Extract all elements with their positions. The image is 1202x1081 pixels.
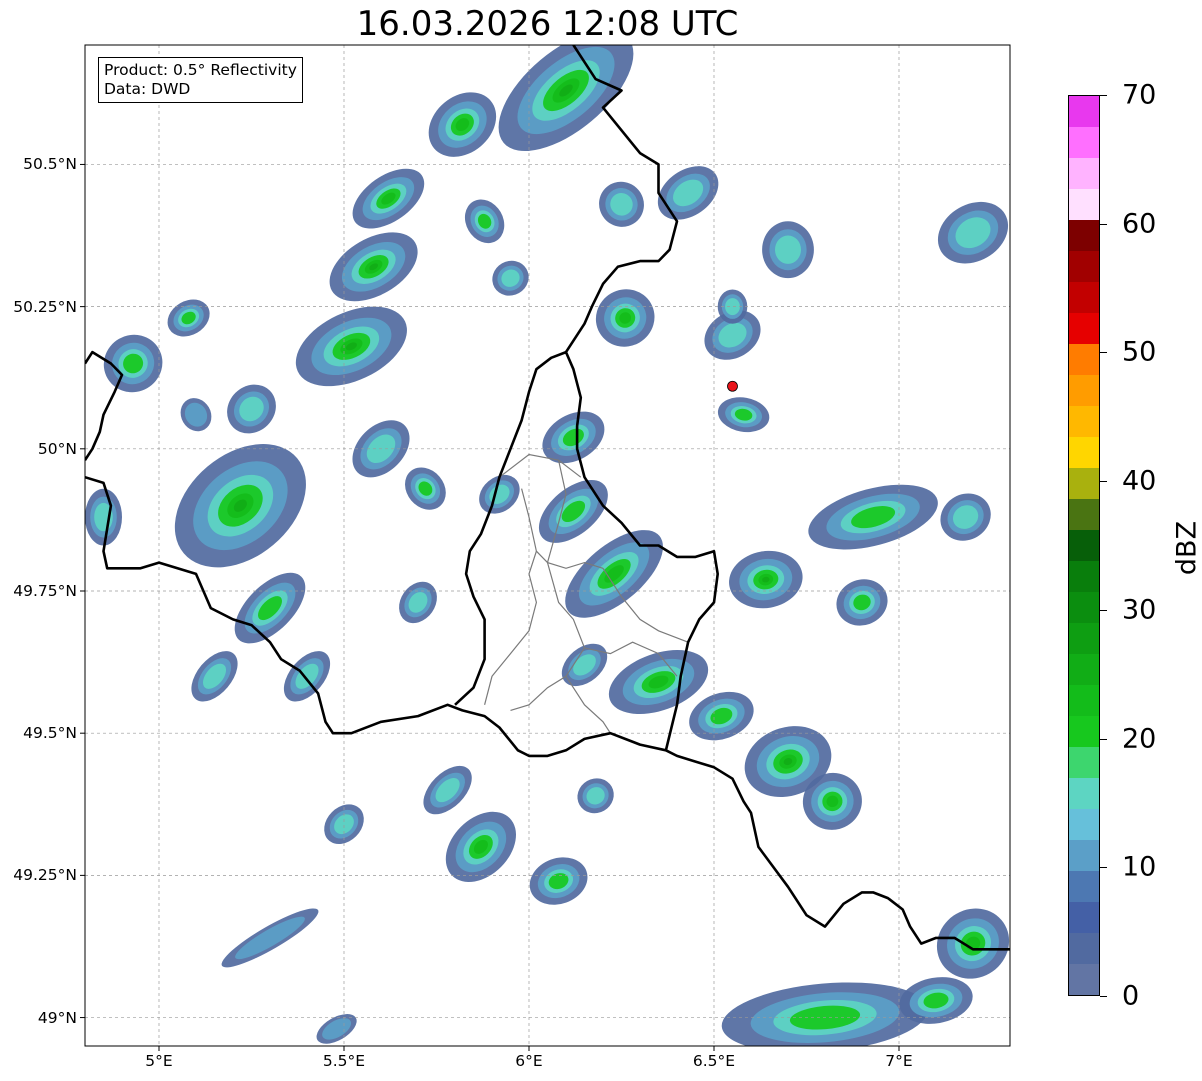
colorbar-tick-label: 30 xyxy=(1122,594,1157,626)
data-source-label: Data: DWD xyxy=(104,80,191,98)
colorbar-tick xyxy=(1100,996,1107,997)
colorbar-segment xyxy=(1069,902,1099,933)
colorbar-tick xyxy=(1100,867,1107,869)
colorbar-segment xyxy=(1069,344,1099,375)
lat-tick-label: 49.5°N xyxy=(23,724,77,743)
radar-map[interactable] xyxy=(0,0,1202,1081)
colorbar-tick xyxy=(1100,609,1107,611)
colorbar-segment xyxy=(1069,685,1099,716)
colorbar-tick xyxy=(1100,223,1107,225)
colorbar-tick-label: 70 xyxy=(1122,79,1157,111)
colorbar-segment xyxy=(1069,313,1099,344)
colorbar-segment xyxy=(1069,964,1099,995)
colorbar-segment xyxy=(1069,592,1099,623)
colorbar-segment xyxy=(1069,840,1099,871)
colorbar-segment xyxy=(1069,158,1099,189)
lon-tick-label: 7°E xyxy=(885,1052,913,1070)
lon-tick-label: 5°E xyxy=(145,1052,173,1070)
colorbar-segment xyxy=(1069,406,1099,437)
colorbar-segment xyxy=(1069,375,1099,406)
product-label: Product: 0.5° Reflectivity xyxy=(104,61,297,79)
lat-tick-label: 49°N xyxy=(37,1008,77,1027)
colorbar-tick xyxy=(1100,738,1107,740)
colorbar-segment xyxy=(1069,220,1099,251)
echo-band xyxy=(775,235,801,264)
colorbar-segment xyxy=(1069,623,1099,654)
colorbar-tick xyxy=(1100,481,1107,483)
colorbar-tick-label: 60 xyxy=(1122,208,1157,240)
lat-tick-label: 50.5°N xyxy=(23,155,77,174)
lat-tick-label: 50.25°N xyxy=(13,297,77,316)
colorbar-tick-label: 40 xyxy=(1122,465,1157,497)
colorbar-tick-label: 10 xyxy=(1122,851,1157,883)
colorbar-segment xyxy=(1069,778,1099,809)
colorbar-segment xyxy=(1069,437,1099,468)
colorbar-segment xyxy=(1069,716,1099,747)
colorbar-tick-label: 20 xyxy=(1122,723,1157,755)
colorbar-tick-label: 0 xyxy=(1122,980,1140,1012)
lat-tick-label: 50°N xyxy=(37,439,77,458)
lat-tick-label: 49.75°N xyxy=(13,582,77,600)
radar-site-layer xyxy=(727,380,738,392)
colorbar-segment xyxy=(1069,561,1099,592)
colorbar-segment xyxy=(1069,468,1099,499)
colorbar-tick-label: 50 xyxy=(1122,336,1157,368)
radar-site-marker[interactable] xyxy=(727,380,738,392)
colorbar-segment xyxy=(1069,809,1099,840)
colorbar-segment xyxy=(1069,189,1099,220)
lat-tick-label: 49.25°N xyxy=(13,866,77,885)
colorbar-tick xyxy=(1100,352,1107,354)
lon-tick-label: 6°E xyxy=(515,1052,543,1070)
colorbar-segment xyxy=(1069,933,1099,964)
colorbar-segment xyxy=(1069,127,1099,158)
echo-cell xyxy=(762,221,814,279)
lon-tick-label: 6.5°E xyxy=(692,1052,736,1070)
lon-tick-label: 5.5°E xyxy=(322,1052,366,1070)
colorbar-segment xyxy=(1069,530,1099,561)
colorbar-unit-label: dBZ xyxy=(1171,520,1202,576)
colorbar-segment xyxy=(1069,499,1099,530)
colorbar xyxy=(1068,95,1100,996)
colorbar-segment xyxy=(1069,747,1099,778)
colorbar-tick xyxy=(1100,95,1107,96)
colorbar-segment xyxy=(1069,96,1099,127)
colorbar-segment xyxy=(1069,654,1099,685)
colorbar-segment xyxy=(1069,282,1099,313)
echo-cell xyxy=(85,488,122,546)
colorbar-segment xyxy=(1069,871,1099,902)
colorbar-segment xyxy=(1069,251,1099,282)
product-info-box: Product: 0.5° Reflectivity Data: DWD xyxy=(98,57,303,103)
